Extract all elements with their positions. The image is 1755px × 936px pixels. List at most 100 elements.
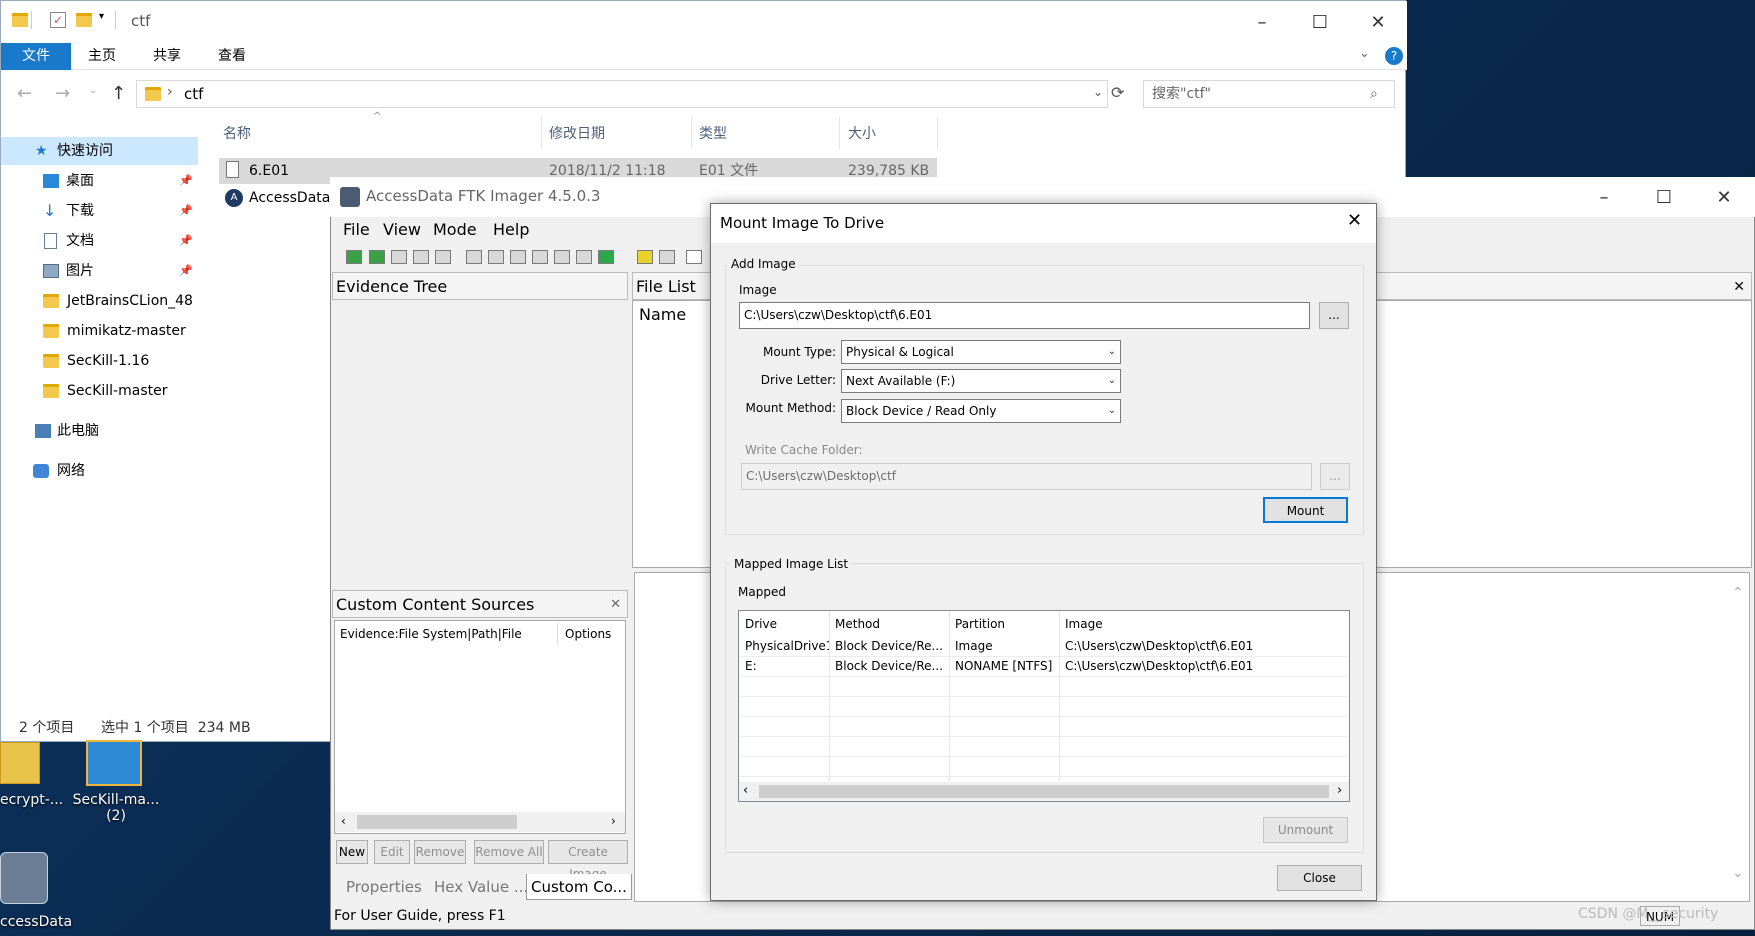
mount-type-select[interactable]: Physical & Logical ⌄ [841,340,1121,364]
minimize-button[interactable]: – [1233,1,1291,43]
sidebar-item-seckill-master[interactable]: SecKill-master [1,377,198,405]
pin-icon[interactable]: 📌 [179,197,193,225]
remove-all-icon[interactable] [435,250,451,264]
tab-properties[interactable]: Properties [342,874,426,900]
tab-custom-content[interactable]: Custom Co... [526,874,632,900]
menu-help[interactable]: Help [493,217,529,243]
sidebar-item-documents[interactable]: 文档 📌 [1,227,198,255]
column-drive[interactable]: Drive [745,614,777,634]
column-image[interactable]: Image [1065,614,1103,634]
customize-qa-icon[interactable]: ▾ [99,11,104,22]
maximize-button[interactable]: ☐ [1291,1,1349,43]
obtain-protected-icon[interactable] [554,250,570,264]
export-files-icon[interactable] [686,250,702,264]
sidebar-item-quick-access[interactable]: ★ 快速访问 [1,137,198,165]
tab-file[interactable]: 文件 [1,43,71,70]
tool-icon[interactable] [659,250,675,264]
column-method[interactable]: Method [835,614,880,634]
horizontal-scrollbar[interactable]: ‹ › [335,812,625,832]
expand-ribbon-icon[interactable]: ⌄ [1359,46,1370,61]
scroll-up-icon[interactable]: ⌃ [1732,585,1744,601]
sidebar-item-this-pc[interactable]: 此电脑 [1,417,198,445]
capture-memory-icon[interactable] [532,250,548,264]
browse-image-button[interactable]: ... [1319,302,1349,329]
detect-encryption-icon[interactable] [576,250,592,264]
menu-view[interactable]: View [383,217,421,243]
remove-button[interactable]: Remove [414,840,466,864]
mount-method-select[interactable]: Block Device / Read Only ⌄ [841,399,1121,423]
write-cache-field[interactable]: C:\Users\czw\Desktop\ctf [741,463,1312,490]
sidebar-item-mimikatz[interactable]: mimikatz-master [1,317,198,345]
pin-icon[interactable]: 📌 [179,167,193,195]
edit-button[interactable]: Edit [374,840,410,864]
disk-icon[interactable] [0,852,48,904]
evidence-column[interactable]: Evidence:File System|Path|File [340,627,522,641]
unmount-button[interactable]: Unmount [1263,817,1348,843]
address-bar[interactable]: › ctf ⌄ [136,80,1108,108]
memory-icon[interactable] [598,250,614,264]
remove-evidence-icon[interactable] [413,250,429,264]
sidebar-item-pictures[interactable]: 图片 📌 [1,257,198,285]
menu-file[interactable]: File [343,217,370,243]
drive-letter-select[interactable]: Next Available (F:) ⌄ [841,369,1121,393]
image-path-field[interactable]: C:\Users\czw\Desktop\ctf\6.E01 [739,302,1310,329]
remove-all-button[interactable]: Remove All [474,840,544,864]
add-evidence-icon[interactable] [346,250,362,264]
forward-icon[interactable]: → [55,83,70,104]
column-type[interactable]: 类型 [699,123,727,143]
desktop-icon-label[interactable]: SecKill-ma... (2) [66,792,166,824]
browse-cache-button[interactable]: ... [1320,463,1350,490]
column-name[interactable]: 名称 [223,123,251,143]
scroll-down-icon[interactable]: ⌄ [1732,865,1744,881]
back-icon[interactable]: ← [17,83,32,104]
scroll-left-icon[interactable]: ‹ [341,814,346,828]
image-mounting-icon[interactable] [391,250,407,264]
close-button[interactable]: ✕ [1349,1,1407,43]
mount-button[interactable]: Mount [1263,497,1348,523]
sidebar-item-jetbrains[interactable]: JetBrainsCLion_48 [1,287,198,315]
scroll-thumb[interactable] [759,785,1329,798]
folder-icon[interactable] [0,742,40,784]
horizontal-scrollbar[interactable]: ‹ › [739,782,1349,801]
create-image-icon[interactable] [466,250,482,264]
close-icon[interactable]: ✕ [1347,210,1362,231]
column-size[interactable]: 大小 [848,123,876,143]
sidebar-item-seckill-116[interactable]: SecKill-1.16 [1,347,198,375]
desktop-icon-label[interactable]: ccessData [0,914,72,930]
search-icon[interactable]: ⌕ [1370,81,1378,107]
scroll-left-icon[interactable]: ‹ [743,783,748,798]
column-date[interactable]: 修改日期 [549,123,605,143]
properties-icon[interactable]: ✓ [50,12,66,28]
up-icon[interactable]: ↑ [111,83,126,104]
new-button[interactable]: New [336,840,368,864]
minimize-button[interactable]: – [1575,177,1633,217]
mapped-image-table[interactable]: Drive Method Partition Image PhysicalDri… [738,610,1350,802]
scroll-thumb[interactable] [357,815,517,829]
export-hash-icon[interactable] [510,250,526,264]
evidence-tree-pane[interactable] [332,300,628,588]
pin-icon[interactable]: 📌 [179,227,193,255]
export-image-icon[interactable] [488,250,504,264]
help-icon[interactable]: ? [1385,47,1403,65]
tab-home[interactable]: 主页 [76,43,128,70]
sidebar-item-downloads[interactable]: ↓ 下载 📌 [1,197,198,225]
chevron-down-icon[interactable]: ⌄ [1093,85,1103,99]
close-pane-icon[interactable]: ✕ [610,591,621,619]
tab-hex-value[interactable]: Hex Value ... [430,874,532,900]
mount-icon[interactable] [637,250,653,264]
refresh-icon[interactable]: ⟳ [1111,83,1124,102]
custom-sources-list[interactable]: Evidence:File System|Path|File Options ‹… [334,620,626,834]
close-pane-icon[interactable]: ✕ [1733,273,1745,301]
scroll-right-icon[interactable]: › [1337,783,1342,798]
search-input[interactable]: 搜索"ctf" ⌕ [1143,80,1395,108]
menu-mode[interactable]: Mode [433,217,477,243]
recent-icon[interactable]: ⌄ [89,85,97,96]
close-button[interactable]: Close [1277,865,1362,891]
name-column[interactable]: Name [639,305,686,324]
new-folder-icon[interactable] [76,13,92,27]
pin-icon[interactable]: 📌 [179,257,193,285]
sidebar-item-network[interactable]: 网络 [1,457,198,485]
create-image-button[interactable]: Create Image [548,840,628,881]
maximize-button[interactable]: ☐ [1635,177,1693,217]
desktop-icon-label[interactable]: ecrypt-... [0,792,68,808]
